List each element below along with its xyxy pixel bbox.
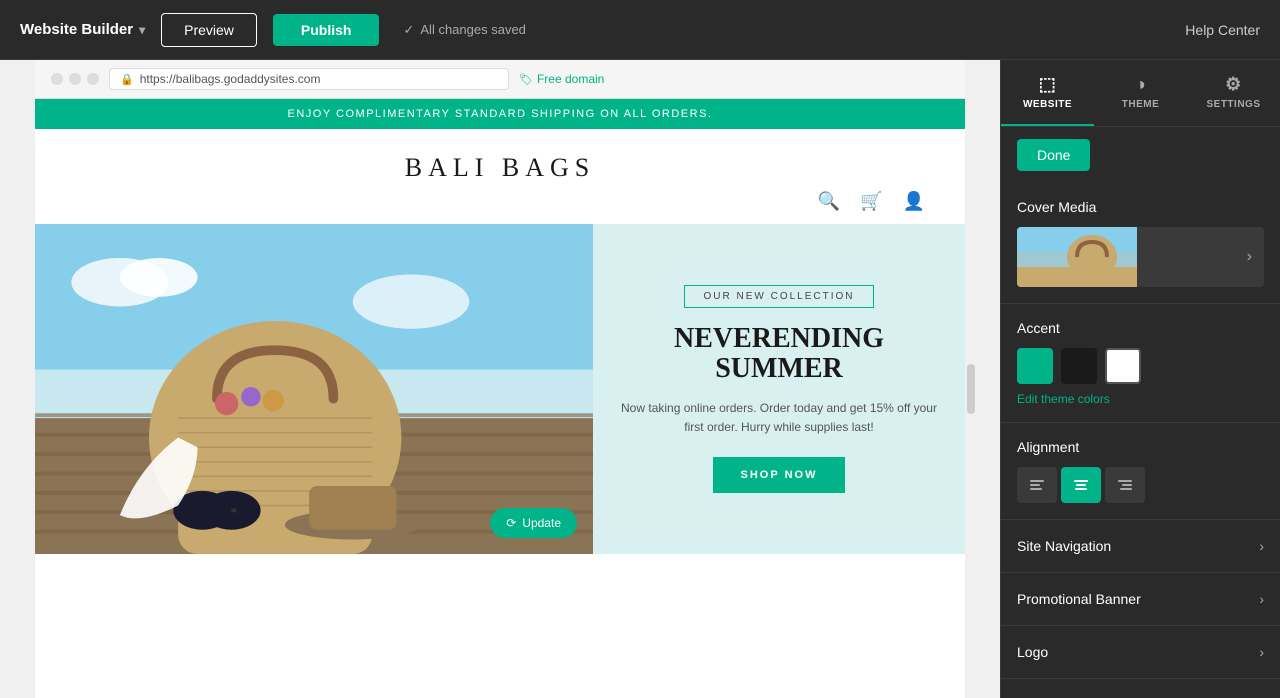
tab-theme[interactable]: ◑ THEME (1094, 60, 1187, 126)
cover-media-preview[interactable]: › (1017, 227, 1264, 287)
logo-chevron-icon: › (1259, 644, 1264, 660)
website-icon: ⬚ (1039, 74, 1057, 95)
lock-icon: 🔒 (120, 73, 134, 86)
publish-button[interactable]: Publish (273, 14, 380, 46)
cover-media-chevron-icon: › (1235, 248, 1264, 266)
logo-title: Logo (1017, 644, 1048, 660)
hero-description: Now taking online orders. Order today an… (617, 399, 941, 437)
hero-title: NEVERENDING SUMMER (674, 324, 884, 386)
update-button[interactable]: ⟳ Update (490, 508, 577, 538)
promotional-banner-section: Promotional Banner › (1001, 573, 1280, 626)
align-center-button[interactable] (1061, 467, 1101, 503)
cover-media-label: Cover Media (1017, 199, 1264, 215)
edit-colors-link[interactable]: Edit theme colors (1017, 392, 1264, 406)
swatch-teal[interactable] (1017, 348, 1053, 384)
saved-text: All changes saved (420, 22, 526, 37)
tab-settings-label: SETTINGS (1206, 99, 1260, 110)
hero-bag (35, 224, 593, 554)
dot-yellow (69, 73, 81, 85)
brand-label: Website Builder (20, 21, 133, 38)
align-right-button[interactable] (1105, 467, 1145, 503)
logo-section: Logo › (1001, 626, 1280, 679)
align-left-button[interactable] (1017, 467, 1057, 503)
hero-title-line1: NEVERENDING (674, 323, 884, 354)
done-button[interactable]: Done (1017, 139, 1090, 171)
hero-image: ⟳ Update (35, 224, 593, 554)
logo-header[interactable]: Logo › (1001, 626, 1280, 678)
panel-tabs: ⬚ WEBSITE ◑ THEME ⚙ SETTINGS (1001, 60, 1280, 127)
preview-area: 🔒 https://balibags.godaddysites.com 🏷 Fr… (0, 60, 1000, 698)
topbar: Website Builder ▾ Preview Publish ✓ All … (0, 0, 1280, 60)
browser-url-bar[interactable]: 🔒 https://balibags.godaddysites.com (109, 68, 509, 90)
done-section: Done (1001, 127, 1280, 183)
promotional-banner-chevron-icon: › (1259, 591, 1264, 607)
check-icon: ✓ (403, 22, 414, 38)
settings-icon: ⚙ (1225, 74, 1242, 95)
saved-status: ✓ All changes saved (403, 22, 525, 38)
tab-website[interactable]: ⬚ WEBSITE (1001, 60, 1094, 126)
swatch-dark[interactable] (1061, 348, 1097, 384)
tab-website-label: WEBSITE (1023, 99, 1072, 110)
alignment-section: Alignment (1001, 423, 1280, 520)
collection-tag: OUR NEW COLLECTION (684, 285, 873, 308)
hero-title-line2: SUMMER (715, 353, 843, 384)
accent-label: Accent (1017, 320, 1264, 336)
action-button-header[interactable]: Action Button › (1001, 679, 1280, 698)
nav-items: Site Navigation › Promotional Banner › L… (1001, 520, 1280, 698)
cart-icon[interactable]: 🛒 (860, 191, 882, 212)
update-icon: ⟳ (506, 516, 516, 530)
alignment-options (1017, 467, 1264, 503)
shop-now-button[interactable]: SHOP NOW (713, 457, 846, 493)
theme-icon: ◑ (1135, 74, 1146, 95)
account-icon[interactable]: 👤 (903, 191, 925, 212)
site-nav-icons: 🔍 🛒 👤 (818, 191, 925, 212)
dot-green (87, 73, 99, 85)
preview-button[interactable]: Preview (161, 13, 257, 47)
tag-icon: 🏷 (519, 73, 533, 86)
hero-section: ⟳ Update OUR NEW COLLECTION NEVERENDING … (35, 224, 965, 554)
update-label: Update (522, 516, 561, 530)
cover-media-section: Cover Media › (1001, 183, 1280, 304)
free-domain-link[interactable]: 🏷 Free domain (519, 72, 604, 86)
site-navigation-header[interactable]: Site Navigation › (1001, 520, 1280, 572)
brand-button[interactable]: Website Builder ▾ (20, 21, 145, 38)
browser-frame: 🔒 https://balibags.godaddysites.com 🏷 Fr… (35, 60, 965, 698)
site-navigation-title: Site Navigation (1017, 538, 1111, 554)
accent-section: Accent Edit theme colors (1001, 304, 1280, 423)
main-layout: 🔒 https://balibags.godaddysites.com 🏷 Fr… (0, 60, 1280, 698)
site-logo: BALI BAGS (405, 153, 596, 183)
browser-dots (51, 73, 99, 85)
promotional-banner-title: Promotional Banner (1017, 591, 1141, 607)
hero-content: OUR NEW COLLECTION NEVERENDING SUMMER No… (593, 224, 965, 554)
promotional-banner-header[interactable]: Promotional Banner › (1001, 573, 1280, 625)
action-button-section: Action Button › (1001, 679, 1280, 698)
accent-colors (1017, 348, 1264, 384)
swatch-white[interactable] (1105, 348, 1141, 384)
browser-bar: 🔒 https://balibags.godaddysites.com 🏷 Fr… (35, 60, 965, 99)
tab-theme-label: THEME (1122, 99, 1160, 110)
right-panel: ⬚ WEBSITE ◑ THEME ⚙ SETTINGS Done Cover … (1000, 60, 1280, 698)
search-icon[interactable]: 🔍 (818, 191, 840, 212)
help-center-link[interactable]: Help Center (1185, 22, 1260, 38)
dot-red (51, 73, 63, 85)
cover-media-image (1017, 227, 1137, 287)
site-navigation-section: Site Navigation › (1001, 520, 1280, 573)
site-navigation-chevron-icon: › (1259, 538, 1264, 554)
free-domain-label: Free domain (537, 72, 604, 86)
scroll-handle[interactable] (967, 364, 975, 414)
tab-settings[interactable]: ⚙ SETTINGS (1187, 60, 1280, 126)
alignment-label: Alignment (1017, 439, 1264, 455)
site-header: BALI BAGS 🔍 🛒 👤 (35, 129, 965, 224)
promo-bar: ENJOY COMPLIMENTARY STANDARD SHIPPING ON… (35, 99, 965, 129)
url-text: https://balibags.godaddysites.com (140, 72, 321, 86)
brand-chevron-icon: ▾ (139, 23, 145, 37)
